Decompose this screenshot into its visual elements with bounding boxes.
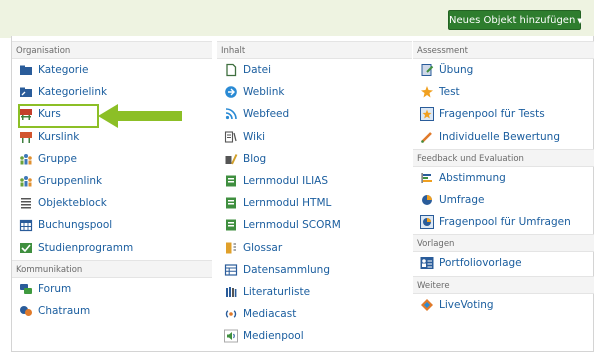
menu-item-label: Medienpool <box>243 330 304 342</box>
menu-item-label: Blog <box>243 153 267 165</box>
menu-item-label: Datensammlung <box>243 264 331 276</box>
table-icon <box>224 263 238 277</box>
poll-icon <box>420 171 434 185</box>
menu-item-label: Objekteblock <box>38 197 107 209</box>
list-icon <box>19 196 33 210</box>
menu-item-label: Kategorie <box>38 64 89 76</box>
menu-item-label: Webfeed <box>243 108 290 120</box>
menu-item-label: Fragenpool für Tests <box>439 108 545 120</box>
group-link-icon <box>19 174 33 188</box>
add-new-object-button[interactable]: Neues Objekt hinzufügen ▼ <box>448 10 583 30</box>
section-header: Kommunikation <box>12 259 212 278</box>
menu-item-label: Literaturliste <box>243 286 311 298</box>
portfolio-icon <box>420 256 434 270</box>
learning-module-icon <box>224 218 238 232</box>
chat-icon <box>19 304 33 318</box>
arrow-pointer-icon <box>98 104 182 128</box>
menu-item-label: Kurslink <box>38 131 80 143</box>
menu-item-label: Buchungspool <box>38 219 113 231</box>
menu-item-label: Fragenpool für Umfragen <box>439 216 571 228</box>
menu-item-label: Lernmodul HTML <box>243 197 332 209</box>
menu-item-label: Lernmodul ILIAS <box>243 175 329 187</box>
weblink-icon <box>224 85 238 99</box>
folder-link-icon <box>19 85 33 99</box>
add-button-label: Neues Objekt hinzufügen <box>449 15 576 26</box>
blog-icon <box>224 152 238 166</box>
section-header: Assessment <box>413 41 594 59</box>
livevoting-icon <box>420 298 434 312</box>
menu-item-label: Chatraum <box>38 305 91 317</box>
test-icon <box>420 85 434 99</box>
wiki-icon <box>224 130 238 144</box>
menu-item-label: Abstimmung <box>439 172 506 184</box>
menu-item-label: Lernmodul SCORM <box>243 219 341 231</box>
menu-item-label: Glossar <box>243 242 283 254</box>
menu-item-label: Datei <box>243 64 272 76</box>
section-header: Inhalt <box>217 41 412 59</box>
learning-module-icon <box>224 196 238 210</box>
exercise-icon <box>420 63 434 77</box>
folder-icon <box>19 63 33 77</box>
section-header: Weitere <box>413 275 594 294</box>
menu-item-label: Übung <box>439 64 474 76</box>
caret-down-icon: ▼ <box>577 17 583 25</box>
menu-item-label: Studienprogramm <box>38 242 134 254</box>
section-header: Feedback und Evaluation <box>413 148 594 167</box>
menu-item-label: Portfoliovorlage <box>439 257 522 269</box>
menu-item-label: LiveVoting <box>439 299 494 311</box>
menu-item-label: Kategorielink <box>38 86 108 98</box>
menu-item-label: Test <box>439 86 460 98</box>
study-program-icon <box>19 241 33 255</box>
survey-pool-icon <box>420 215 434 229</box>
section-header: Organisation <box>12 41 212 59</box>
menu-item-label: Umfrage <box>439 194 485 206</box>
menu-item-label: Mediacast <box>243 308 297 320</box>
course-link-icon <box>19 130 33 144</box>
pencil-icon <box>420 130 434 144</box>
calendar-icon <box>19 218 33 232</box>
question-pool-icon <box>420 107 434 121</box>
toolbar: Neues Objekt hinzufügen ▼ <box>0 0 594 38</box>
menu-item-label: Gruppenlink <box>38 175 103 187</box>
new-object-dropdown-menu: Organisation Kategorie Kategorielink Kurs Ku… <box>11 36 594 352</box>
menu-item-label: Forum <box>38 283 72 295</box>
glossary-icon <box>224 241 238 255</box>
section-header: Vorlagen <box>413 234 594 253</box>
menu-item-label: Wiki <box>243 131 266 143</box>
menu-item-label: Weblink <box>243 86 285 98</box>
rss-icon <box>224 107 238 121</box>
menu-item-label: Gruppe <box>38 153 77 165</box>
group-icon <box>19 152 33 166</box>
menu-item-label: Individuelle Bewertung <box>439 131 560 143</box>
speaker-icon <box>224 329 238 343</box>
books-icon <box>224 285 238 299</box>
highlight-box <box>18 104 99 128</box>
forum-icon <box>19 282 33 296</box>
file-icon <box>224 63 238 77</box>
survey-icon <box>420 193 434 207</box>
podcast-icon <box>224 307 238 321</box>
learning-module-icon <box>224 174 238 188</box>
